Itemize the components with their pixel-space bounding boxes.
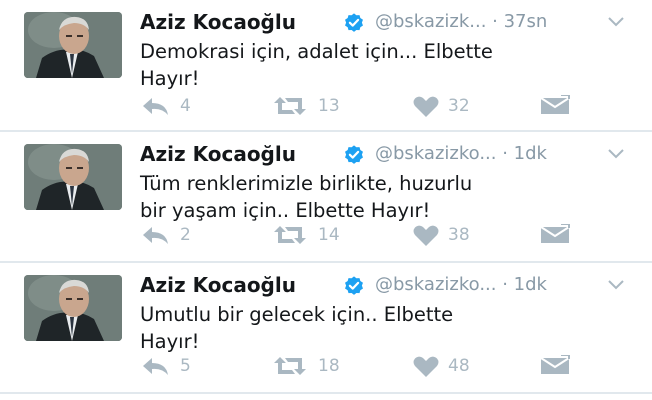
tweet-actions: 2 14 38 bbox=[140, 224, 640, 248]
verified-badge-icon bbox=[345, 276, 363, 295]
like-count: 38 bbox=[448, 225, 470, 245]
retweet-icon bbox=[274, 357, 306, 375]
verified-badge-icon bbox=[345, 13, 363, 32]
retweet-icon bbox=[274, 97, 306, 115]
avatar[interactable] bbox=[24, 144, 122, 210]
chevron-down-icon[interactable] bbox=[608, 148, 624, 160]
reply-button[interactable]: 5 bbox=[140, 355, 200, 379]
chevron-down-icon[interactable] bbox=[608, 279, 624, 291]
heart-icon bbox=[413, 225, 439, 246]
tweet-actions: 5 18 48 bbox=[140, 355, 640, 379]
like-button[interactable]: 48 bbox=[412, 355, 492, 379]
reply-count: 4 bbox=[180, 96, 191, 116]
reply-button[interactable]: 2 bbox=[140, 224, 200, 248]
retweet-count: 14 bbox=[318, 225, 340, 245]
tweet-header: Aziz Kocaoğlu @bskazizko... · 1dk bbox=[140, 273, 640, 301]
tweet-header: Aziz Kocaoğlu @bskazizk... · 37sn bbox=[140, 10, 640, 38]
reply-count: 2 bbox=[180, 225, 191, 245]
retweet-count: 13 bbox=[318, 96, 340, 116]
envelope-icon bbox=[540, 224, 570, 243]
avatar[interactable] bbox=[24, 275, 122, 341]
retweet-button[interactable]: 14 bbox=[272, 224, 352, 248]
tweet-actions: 4 13 32 bbox=[140, 95, 640, 119]
avatar[interactable] bbox=[24, 12, 122, 78]
tweet-card[interactable]: Aziz Kocaoğlu @bskazizko... · 1dk Tüm re… bbox=[0, 132, 652, 262]
tweet-card[interactable]: Aziz Kocaoğlu @bskazizk... · 37sn Demokr… bbox=[0, 0, 652, 131]
envelope-icon bbox=[540, 95, 570, 114]
dm-button[interactable] bbox=[540, 95, 570, 119]
tweet-text: Tüm renklerimizle birlikte, huzurlu bir … bbox=[140, 172, 473, 222]
tweet-text: Umutlu bir gelecek için.. Elbette Hayır! bbox=[140, 303, 454, 353]
envelope-icon bbox=[540, 355, 570, 374]
heart-icon bbox=[413, 356, 439, 377]
like-count: 32 bbox=[448, 96, 470, 116]
reply-button[interactable]: 4 bbox=[140, 95, 200, 119]
handle-and-time[interactable]: @bskazizk... · 37sn bbox=[375, 11, 547, 32]
chevron-down-icon[interactable] bbox=[608, 16, 624, 28]
retweet-button[interactable]: 13 bbox=[272, 95, 352, 119]
author-name[interactable]: Aziz Kocaoğlu bbox=[140, 10, 296, 34]
dm-button[interactable] bbox=[540, 224, 570, 248]
author-name[interactable]: Aziz Kocaoğlu bbox=[140, 273, 296, 297]
dm-button[interactable] bbox=[540, 355, 570, 379]
handle-and-time[interactable]: @bskazizko... · 1dk bbox=[375, 274, 547, 295]
verified-badge-icon bbox=[345, 145, 363, 164]
heart-icon bbox=[413, 96, 439, 117]
tweet-feed: Aziz Kocaoğlu @bskazizk... · 37sn Demokr… bbox=[0, 0, 652, 400]
retweet-icon bbox=[274, 226, 306, 244]
retweet-count: 18 bbox=[318, 356, 340, 376]
tweet-text: Demokrasi için, adalet için... Elbette H… bbox=[140, 40, 493, 90]
tweet-header: Aziz Kocaoğlu @bskazizko... · 1dk bbox=[140, 142, 640, 170]
reply-icon bbox=[143, 358, 168, 375]
like-button[interactable]: 32 bbox=[412, 95, 492, 119]
author-name[interactable]: Aziz Kocaoğlu bbox=[140, 142, 296, 166]
retweet-button[interactable]: 18 bbox=[272, 355, 352, 379]
like-count: 48 bbox=[448, 356, 470, 376]
divider bbox=[0, 392, 652, 394]
tweet-card[interactable]: Aziz Kocaoğlu @bskazizko... · 1dk Umutlu… bbox=[0, 263, 652, 393]
reply-count: 5 bbox=[180, 356, 191, 376]
reply-icon bbox=[143, 227, 168, 244]
handle-and-time[interactable]: @bskazizko... · 1dk bbox=[375, 143, 547, 164]
like-button[interactable]: 38 bbox=[412, 224, 492, 248]
reply-icon bbox=[143, 98, 168, 115]
